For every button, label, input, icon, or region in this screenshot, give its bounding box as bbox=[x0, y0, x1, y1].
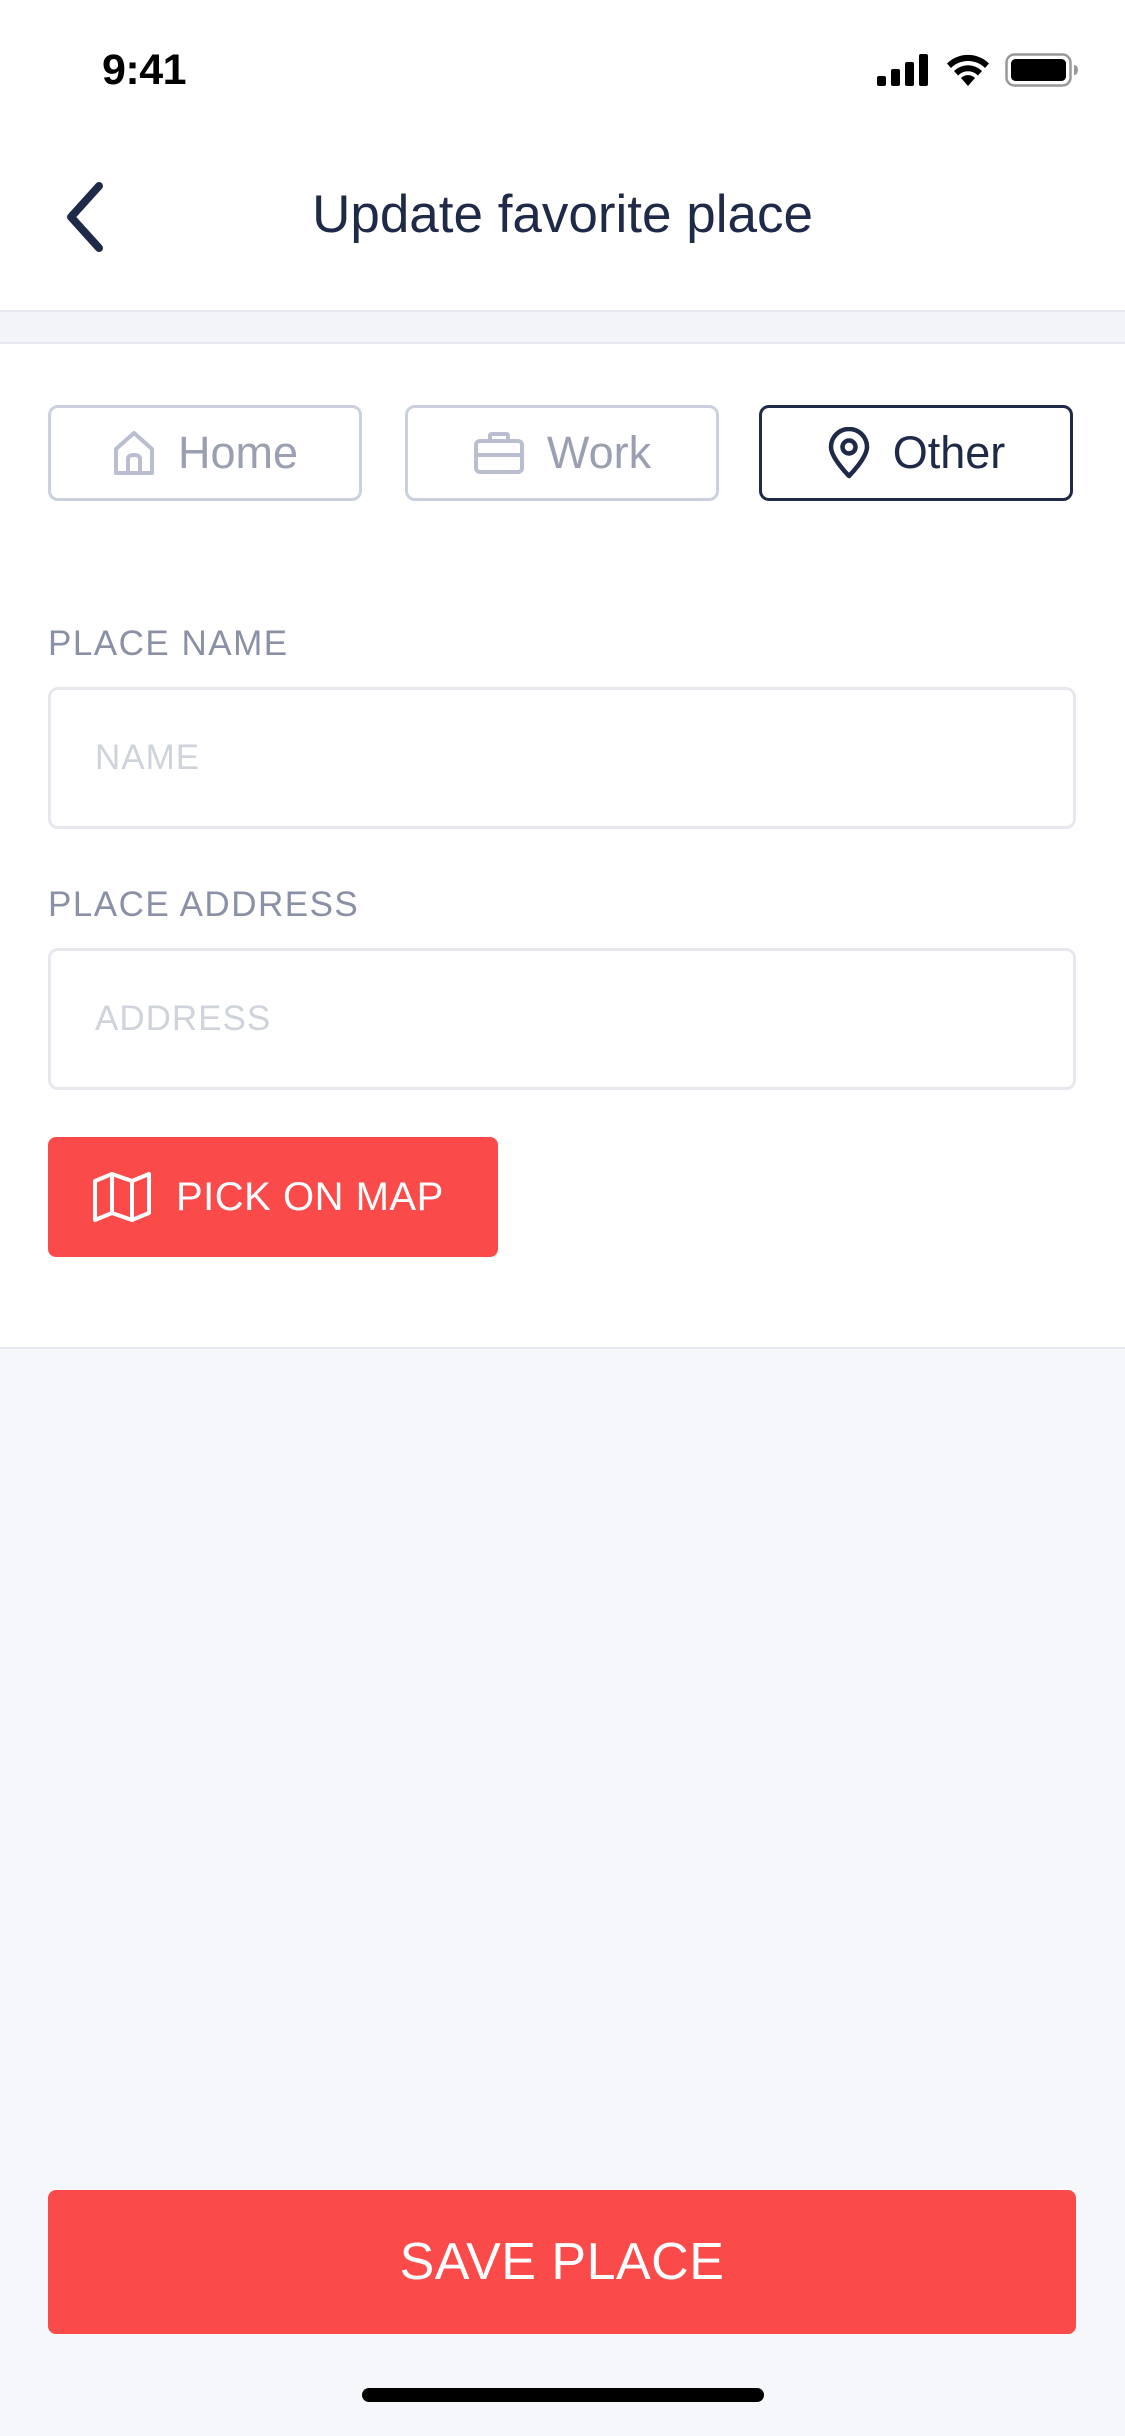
nav-bar: Update favorite place bbox=[0, 132, 1125, 312]
briefcase-icon bbox=[473, 432, 524, 474]
status-bar: 9:41 bbox=[0, 0, 1125, 132]
place-type-other-label: Other bbox=[892, 427, 1006, 478]
save-place-label: SAVE PLACE bbox=[399, 2233, 725, 2291]
place-name-input[interactable] bbox=[48, 687, 1076, 829]
map-pin-icon bbox=[828, 427, 869, 479]
place-type-work-button[interactable]: Work bbox=[405, 405, 719, 501]
place-address-input[interactable] bbox=[48, 948, 1076, 1090]
map-icon bbox=[93, 1172, 151, 1222]
place-address-label: PLACE ADDRESS bbox=[48, 885, 360, 924]
place-type-home-label: Home bbox=[177, 427, 299, 478]
home-icon bbox=[113, 431, 154, 475]
wifi-icon bbox=[947, 54, 989, 86]
section-divider bbox=[0, 312, 1125, 344]
place-type-home-button[interactable]: Home bbox=[48, 405, 362, 501]
place-type-other-button[interactable]: Other bbox=[759, 405, 1073, 501]
battery-icon bbox=[1005, 53, 1078, 87]
home-indicator bbox=[362, 2388, 764, 2402]
place-name-label: PLACE NAME bbox=[48, 624, 289, 663]
place-form: Home Work Other PLACE NAME PLACE ADDRESS… bbox=[0, 344, 1125, 1349]
status-icons bbox=[877, 50, 1079, 90]
pick-on-map-label: PICK ON MAP bbox=[176, 1174, 444, 1219]
pick-on-map-button[interactable]: PICK ON MAP bbox=[48, 1137, 498, 1257]
page-title: Update favorite place bbox=[312, 185, 813, 244]
place-type-work-label: Work bbox=[546, 427, 652, 478]
signal-icon bbox=[877, 54, 928, 86]
status-time: 9:41 bbox=[102, 46, 187, 94]
save-place-button[interactable]: SAVE PLACE bbox=[48, 2190, 1076, 2334]
